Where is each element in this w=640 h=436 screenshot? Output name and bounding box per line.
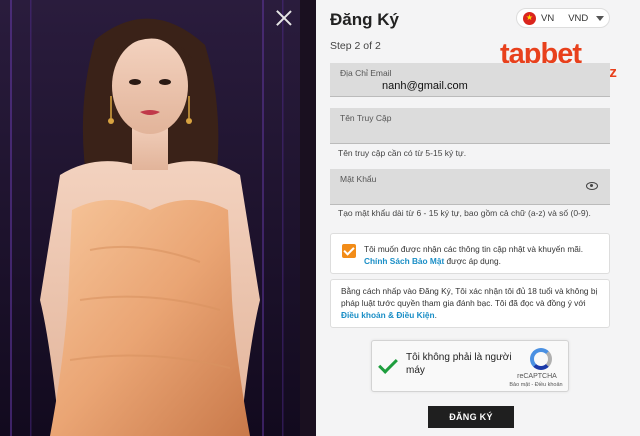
register-button[interactable]: ĐĂNG KÝ <box>428 406 514 428</box>
legal-tail: . <box>434 310 437 320</box>
vietnam-flag-icon: ★ <box>523 11 536 25</box>
legal-label: Bằng cách nhấp vào Đăng Ký, Tôi xác nhận… <box>341 286 598 308</box>
password-hint: Tạo mật khẩu dài từ 6 - 15 ký tự, bao gồ… <box>338 208 591 218</box>
hero-image <box>0 0 300 436</box>
page-title: Đăng Ký <box>330 10 399 29</box>
captcha-text: Tôi không phải là người máy <box>406 352 512 376</box>
consent-label: Tôi muốn được nhận các thông tin cập nhậ… <box>364 244 584 254</box>
recaptcha-logo-icon <box>530 348 552 370</box>
close-icon[interactable] <box>274 8 294 28</box>
username-field[interactable]: Tên Truy Cập <box>330 108 610 144</box>
email-field[interactable]: Địa Chỉ Email nanh@gmail.com <box>330 63 610 97</box>
currency-code: VND <box>568 12 589 24</box>
eye-icon[interactable] <box>586 182 598 190</box>
recaptcha-widget[interactable]: Tôi không phải là người máy reCAPTCHA Bả… <box>371 340 569 392</box>
privacy-policy-link[interactable]: Chính Sách Bảo Mật <box>364 256 444 266</box>
locale-selector[interactable]: ★ VN VND <box>516 8 610 28</box>
legal-text: Bằng cách nhấp vào Đăng Ký, Tôi xác nhận… <box>341 285 603 321</box>
recaptcha-brand: reCAPTCHA <box>517 373 557 380</box>
email-label: Địa Chỉ Email <box>340 68 392 78</box>
legal-box: Bằng cách nhấp vào Đăng Ký, Tôi xác nhận… <box>330 279 610 328</box>
chevron-down-icon <box>596 15 605 21</box>
recaptcha-links[interactable]: Bảo mật - Điều khoản <box>504 382 568 388</box>
consent-text: Tôi muốn được nhận các thông tin cập nhậ… <box>364 243 604 267</box>
register-panel: Đăng Ký Step 2 of 2 ★ VN VND tapbet biz … <box>316 0 640 436</box>
password-label: Mật Khẩu <box>340 174 377 184</box>
username-label: Tên Truy Cập <box>340 113 392 123</box>
consent-checkbox[interactable] <box>342 244 356 258</box>
terms-link[interactable]: Điều khoản & Điều Kiện <box>341 310 435 320</box>
captcha-checkmark-icon[interactable] <box>378 354 398 374</box>
consent-box: Tôi muốn được nhận các thông tin cập nhậ… <box>330 233 610 274</box>
username-hint: Tên truy cập cần có từ 5-15 ký tự. <box>338 148 467 158</box>
model-illustration <box>0 0 300 436</box>
step-indicator: Step 2 of 2 <box>330 40 381 52</box>
password-field[interactable]: Mật Khẩu <box>330 169 610 205</box>
consent-tail: được áp dụng. <box>444 256 501 266</box>
email-value: nanh@gmail.com <box>382 80 468 92</box>
language-code: VN <box>541 12 555 24</box>
